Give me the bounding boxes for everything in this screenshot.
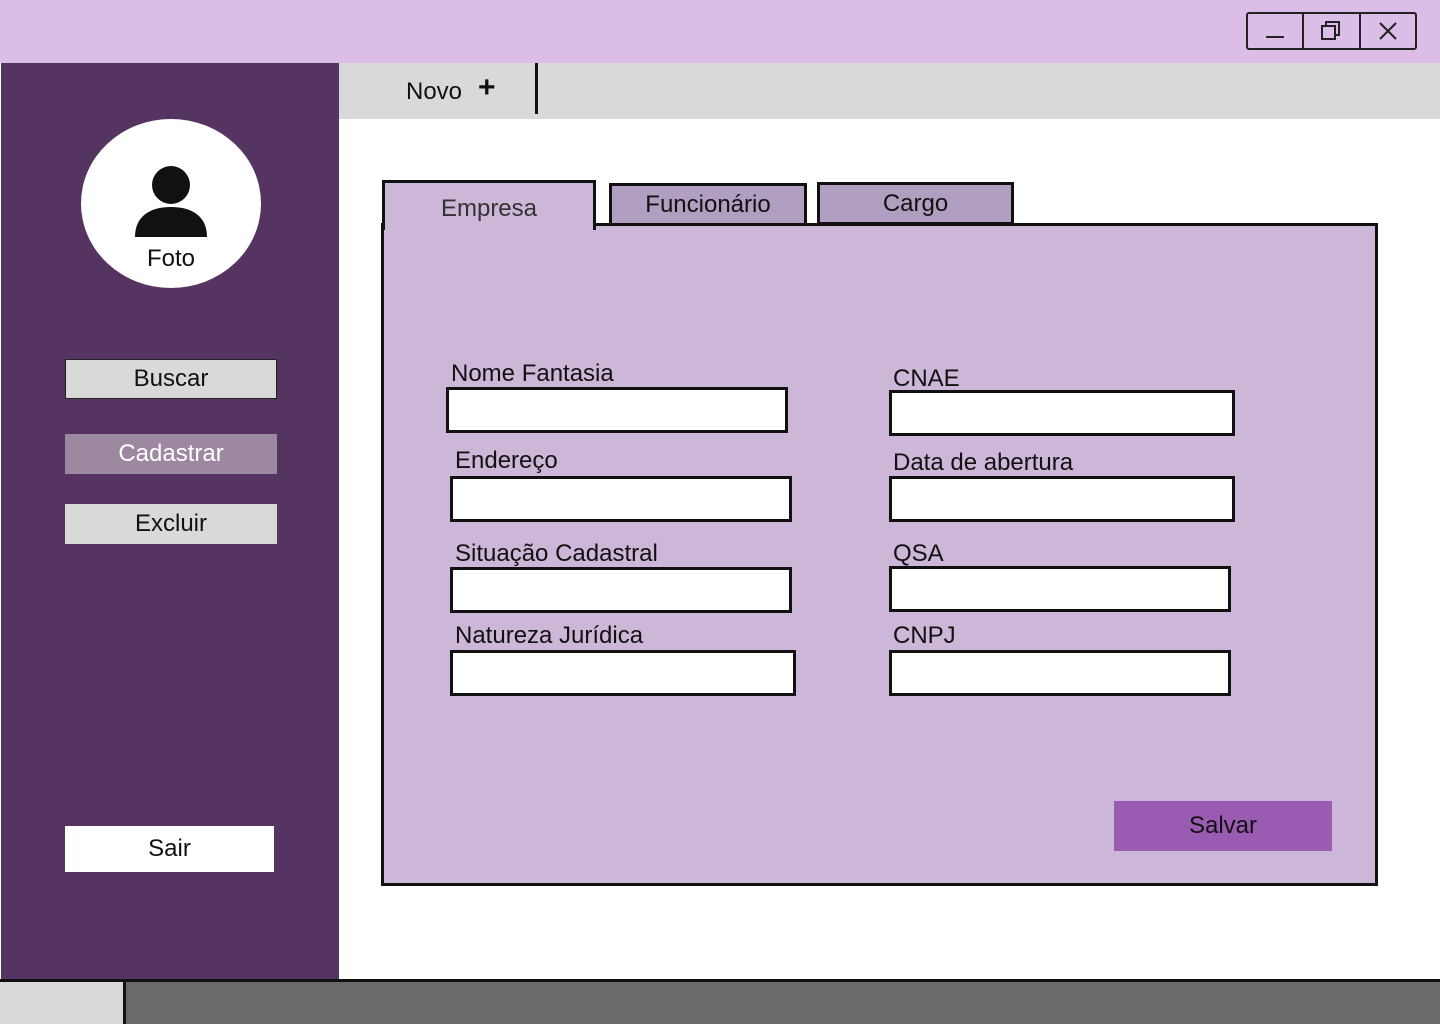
minimize-icon — [1266, 36, 1285, 38]
status-bar — [0, 979, 1440, 1024]
nome-fantasia-label: Nome Fantasia — [451, 360, 614, 387]
window-controls — [1246, 12, 1417, 50]
cnpj-input[interactable] — [889, 650, 1231, 696]
save-button[interactable]: Salvar — [1114, 801, 1332, 851]
cnpj-label: CNPJ — [893, 622, 956, 649]
tab-divider — [535, 63, 538, 114]
close-button[interactable] — [1361, 14, 1415, 48]
title-bar — [0, 0, 1440, 63]
minimize-button[interactable] — [1248, 14, 1305, 48]
sidebar: Foto Buscar Cadastrar Excluir Sair — [1, 63, 339, 979]
qsa-input[interactable] — [889, 566, 1231, 612]
user-icon — [135, 166, 207, 237]
new-tab-button[interactable]: Novo + — [339, 63, 538, 114]
delete-button[interactable]: Excluir — [65, 504, 277, 544]
cnae-label: CNAE — [893, 365, 960, 392]
search-button[interactable]: Buscar — [65, 359, 277, 399]
tab-empresa[interactable]: Empresa — [382, 180, 596, 230]
tab-cargo[interactable]: Cargo — [817, 182, 1014, 225]
status-segment — [0, 982, 126, 1024]
endereco-input[interactable] — [450, 476, 792, 522]
cnae-input[interactable] — [889, 390, 1235, 436]
exit-button[interactable]: Sair — [65, 826, 274, 872]
natureza-juridica-label: Natureza Jurídica — [455, 622, 644, 649]
qsa-label: QSA — [893, 540, 944, 567]
situacao-cadastral-label: Situação Cadastral — [455, 540, 658, 567]
avatar[interactable]: Foto — [81, 119, 261, 288]
situacao-cadastral-input[interactable] — [450, 567, 792, 613]
endereco-label: Endereço — [455, 447, 558, 474]
close-icon — [1379, 22, 1397, 40]
tab-strip: Novo + — [339, 63, 1440, 119]
register-button[interactable]: Cadastrar — [65, 434, 277, 474]
data-abertura-label: Data de abertura — [893, 449, 1074, 476]
avatar-label: Foto — [146, 245, 196, 272]
restore-icon — [1321, 21, 1341, 40]
new-tab-label: Novo — [406, 78, 463, 105]
nome-fantasia-input[interactable] — [446, 387, 788, 433]
plus-icon: + — [478, 71, 496, 104]
natureza-juridica-input[interactable] — [450, 650, 796, 696]
data-abertura-input[interactable] — [889, 476, 1235, 522]
tab-funcionario[interactable]: Funcionário — [609, 183, 807, 226]
restore-button[interactable] — [1304, 14, 1361, 48]
